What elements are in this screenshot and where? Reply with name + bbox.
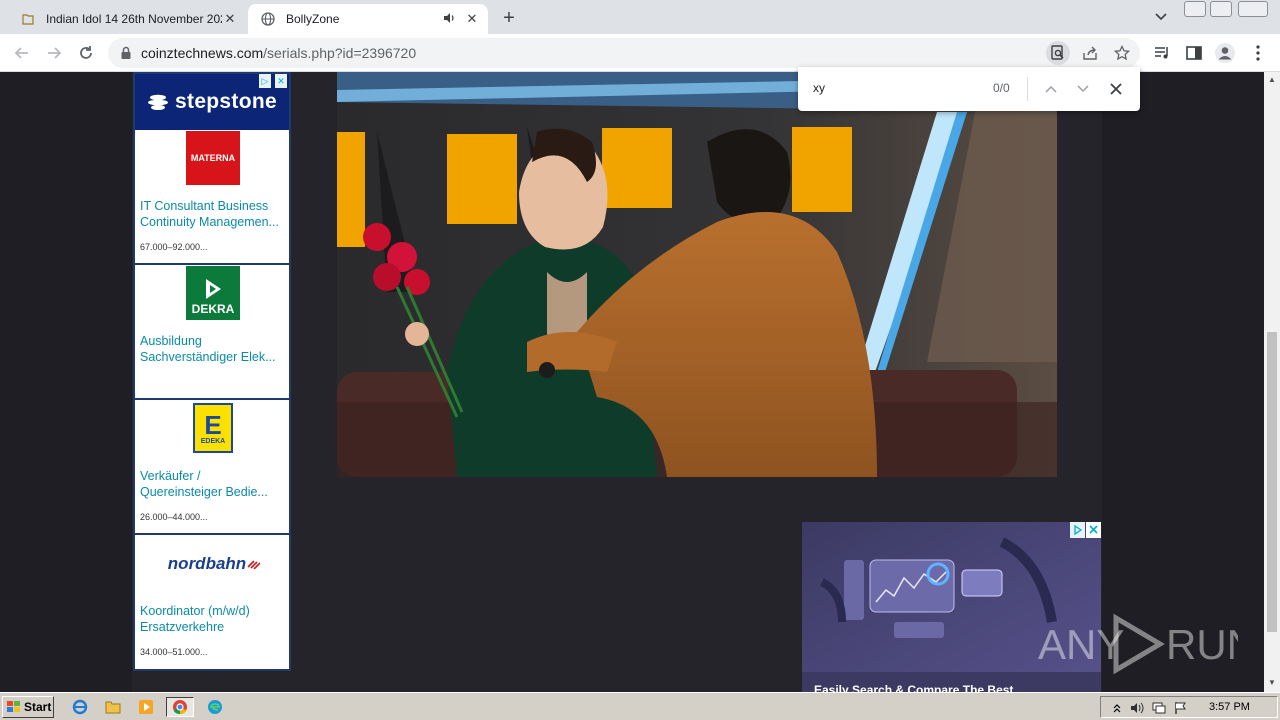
find-input[interactable]: xy [813,81,825,95]
close-icon[interactable] [1106,79,1126,99]
tab-bollyzone[interactable]: BollyZone ✕ [248,4,488,34]
url-text[interactable]: coinztechnews.com/serials.php?id=2396720 [141,45,416,61]
watermark-text-run: RUN [1166,621,1238,668]
close-window-button[interactable] [1238,1,1268,17]
stepstone-wordmark: stepstone [175,90,277,113]
chevron-down-icon[interactable] [1150,9,1172,25]
windows-logo-icon [7,701,20,712]
speaker-icon[interactable] [442,11,458,27]
dekra-triangle-icon [206,279,221,299]
close-tab-icon[interactable]: ✕ [222,11,238,27]
find-divider [1027,77,1028,101]
url-host: coinztechnews.com [141,45,264,61]
back-icon[interactable] [10,41,34,65]
materna-logo: MATERNA [186,131,240,185]
system-tray: 3:57 PM [1100,696,1278,718]
maximize-button[interactable] [1210,1,1232,17]
edeka-logo: E EDEKA [186,402,240,454]
ad-headline[interactable]: Easily Search & Compare The Best [814,683,1013,692]
kebab-menu-icon[interactable] [1246,41,1270,65]
taskbar-clock[interactable]: 3:57 PM [1209,701,1250,713]
forward-icon[interactable] [42,41,66,65]
address-bar[interactable]: coinztechnews.com/serials.php?id=2396720 [108,38,1140,68]
tab-title: BollyZone [286,12,340,26]
start-label: Start [24,700,52,714]
anyrun-watermark: ANY RUN [1038,610,1257,675]
volume-icon[interactable] [1129,700,1145,716]
network-icon[interactable] [1151,700,1167,716]
find-in-page-icon[interactable] [1046,41,1070,65]
minimize-button[interactable] [1184,1,1206,17]
edge-icon[interactable] [203,697,227,717]
ad-close-icon[interactable]: ✕ [275,74,287,88]
chevron-up-icon[interactable] [1041,79,1061,99]
job-ad-item[interactable]: nordbahn Koordinator (m/w/d) Ersatzverkeh… [135,535,289,670]
scroll-down-icon[interactable]: ▼ [1268,678,1276,687]
job-title-line[interactable]: IT Consultant Business [140,198,288,214]
scroll-up-icon[interactable]: ▲ [1268,75,1276,84]
tray-expand-icon[interactable] [1109,700,1125,716]
url-path: /serials.php?id=2396720 [263,45,417,61]
start-button[interactable]: Start [2,696,54,718]
media-player-icon[interactable] [134,697,158,717]
job-title-line[interactable]: Koordinator (m/w/d) [140,603,288,619]
find-match-count: 0/0 [993,81,1010,95]
company-logo-text: MATERNA [186,131,240,185]
close-tab-icon[interactable]: ✕ [464,11,480,27]
globe-icon [260,11,276,27]
nordbahn-logo: nordbahn [159,549,269,579]
company-logo-text: DEKRA [191,302,235,316]
job-salary: 34.000–51.000... [140,647,208,657]
video-frame-image [337,72,1057,477]
stepstone-mark-icon [148,94,169,110]
bookmark-star-icon[interactable] [1110,41,1134,65]
page-content: ▷ ✕ stepstone MATERNA IT Consultant Busi… [0,72,1264,692]
company-logo-text: EDEKA [200,437,226,445]
profile-avatar-icon[interactable] [1213,41,1237,65]
find-bar: xy 0/0 [798,67,1140,111]
job-ad-item[interactable]: DEKRA Ausbildung Sachverständiger Elek... [135,265,289,400]
side-panel-icon[interactable] [1182,41,1206,65]
ad-choices-icon[interactable]: ▷ [259,74,271,88]
tab-title: Indian Idol 14 26th November 2023 [46,12,222,26]
new-tab-button[interactable]: + [498,7,520,29]
file-explorer-icon[interactable] [101,697,125,717]
job-title-line[interactable]: Sachverständiger Elek... [140,349,288,365]
document-icon [20,11,36,27]
reload-icon[interactable] [74,41,98,65]
job-salary: 26.000–44.000... [140,512,208,522]
tab-indian-idol[interactable]: Indian Idol 14 26th November 2023 ✕ [8,4,246,34]
job-ad-item[interactable]: E EDEKA Verkäufer / Quereinsteiger Bedie..… [135,400,289,535]
job-salary: 67.000–92.000... [140,242,208,252]
video-player[interactable] [337,72,1057,477]
job-title-line[interactable]: Ersatzverkehre [140,619,288,635]
nordbahn-stripes-icon [247,560,261,569]
windows-taskbar: Start 3:57 PM [0,692,1280,720]
lock-icon[interactable] [120,46,132,60]
watermark-text-any: ANY [1038,621,1124,668]
internet-explorer-icon[interactable] [68,697,92,717]
job-title-line[interactable]: Continuity Managemen... [140,214,288,230]
chrome-taskbar-icon[interactable] [166,697,194,717]
left-ad-banner[interactable]: ▷ ✕ stepstone MATERNA IT Consultant Busi… [133,72,291,671]
job-ad-item[interactable]: MATERNA IT Consultant Business Continuity… [135,130,289,265]
media-controls-icon[interactable] [1150,41,1174,65]
chevron-down-icon[interactable] [1073,79,1093,99]
job-title-line[interactable]: Quereinsteiger Bedie... [140,484,288,500]
scrollbar-thumb[interactable] [1267,332,1277,632]
job-title-line[interactable]: Verkäufer / [140,468,288,484]
action-center-flag-icon[interactable] [1173,700,1189,716]
page-scrollbar[interactable]: ▲ ▼ [1264,72,1280,692]
tab-strip: Indian Idol 14 26th November 2023 ✕ Boll… [0,0,1280,34]
dekra-logo: DEKRA [186,266,240,320]
job-title-line[interactable]: Ausbildung [140,333,288,349]
share-icon[interactable] [1078,41,1102,65]
company-logo-text: nordbahn [167,554,247,573]
